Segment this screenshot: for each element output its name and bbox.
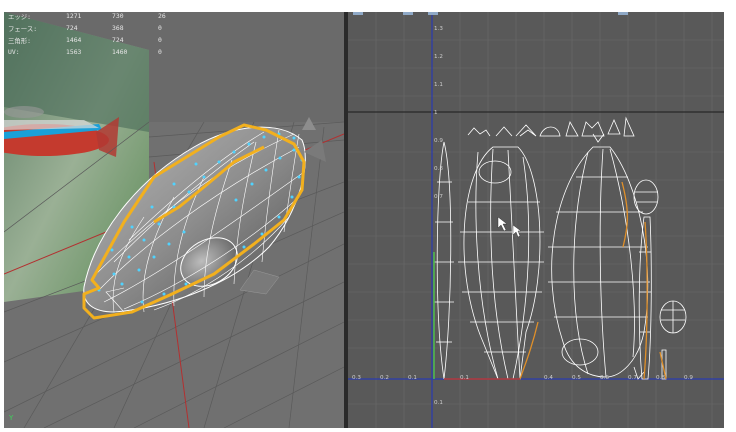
uv-shell-fin-strip <box>434 141 454 380</box>
stat-row-uvs: UV: 1563 1460 0 <box>8 48 174 58</box>
uv-y-tick: 0.8 <box>434 166 443 172</box>
stat-row-triangles: 三角形: 1464 724 0 <box>8 36 174 46</box>
toolbar-mark <box>353 12 363 15</box>
stat-label: フェース: <box>8 25 38 33</box>
perspective-viewport[interactable] <box>4 12 344 428</box>
uv-origin-axes <box>348 12 724 428</box>
stat-value: 26 <box>158 12 166 20</box>
y-axis-indicator-icon: Y <box>9 414 14 422</box>
uv-x-tick: 0.4 <box>544 375 553 381</box>
uv-x-tick: 0.9 <box>684 375 693 381</box>
stat-value: 1271 <box>66 12 82 20</box>
mouse-cursor-icon <box>497 216 522 238</box>
stat-value: 0 <box>158 24 162 32</box>
toolbar-mark <box>428 12 438 15</box>
uv-y-tick: 1.2 <box>434 54 443 60</box>
uv-x-tick: 0.1 <box>460 375 469 381</box>
stat-value: 0 <box>158 36 162 44</box>
uv-editor-toolbar <box>348 12 724 17</box>
stat-label: エッジ: <box>8 13 32 21</box>
viewport-scene[interactable] <box>4 12 344 428</box>
stat-value: 724 <box>66 24 78 32</box>
stat-row-faces: フェース: 724 368 0 <box>8 24 174 34</box>
toolbar-mark <box>403 12 413 15</box>
uv-x-tick: 0.1 <box>408 375 417 381</box>
uv-shell-small-pieces <box>467 116 635 137</box>
page-margin <box>724 12 736 428</box>
uv-x-tick: 0.5 <box>572 375 581 381</box>
poly-count-hud: エッジ: 1271 730 26 フェース: 724 368 0 三角形: 14… <box>4 12 174 62</box>
uv-y-tick: 0.9 <box>434 138 443 144</box>
stat-value: 0 <box>158 48 162 56</box>
uv-shell-body-left <box>458 146 544 380</box>
uv-shells[interactable] <box>434 116 687 380</box>
uv-grid <box>348 12 724 428</box>
stat-row-edges: エッジ: 1271 730 26 <box>8 12 174 22</box>
stat-value: 1563 <box>66 48 82 56</box>
uv-x-tick: 0.3 <box>352 375 361 381</box>
uv-x-tick: 0.6 <box>600 375 609 381</box>
stat-value: 730 <box>112 12 124 20</box>
uv-highlighted-edges <box>519 181 667 380</box>
uv-y-tick: 0.7 <box>434 194 443 200</box>
toolbar-mark <box>618 12 628 15</box>
uv-x-tick: 0.2 <box>380 375 389 381</box>
uv-y-tick: 1.3 <box>434 26 443 32</box>
stat-value: 1460 <box>112 48 128 56</box>
stat-label: UV: <box>8 48 20 56</box>
uv-editor-canvas[interactable] <box>348 12 724 428</box>
uv-x-tick: 0.7 <box>628 375 637 381</box>
uv-editor-panel[interactable]: 0.3 0.2 0.1 0.1 0.4 0.5 0.6 0.7 0.8 0.9 … <box>348 12 724 428</box>
uv-x-tick: 0.8 <box>656 375 665 381</box>
stat-label: 三角形: <box>8 37 32 45</box>
uv-y-tick: 0.1 <box>434 400 443 406</box>
stat-value: 1464 <box>66 36 82 44</box>
uv-y-tick: 1 <box>434 110 438 116</box>
uv-y-tick: 1.1 <box>434 82 443 88</box>
stat-value: 724 <box>112 36 124 44</box>
uv-shell-body-right <box>548 146 650 378</box>
maya-uv-workspace: エッジ: 1271 730 26 フェース: 724 368 0 三角形: 14… <box>0 0 736 432</box>
stat-value: 368 <box>112 24 124 32</box>
